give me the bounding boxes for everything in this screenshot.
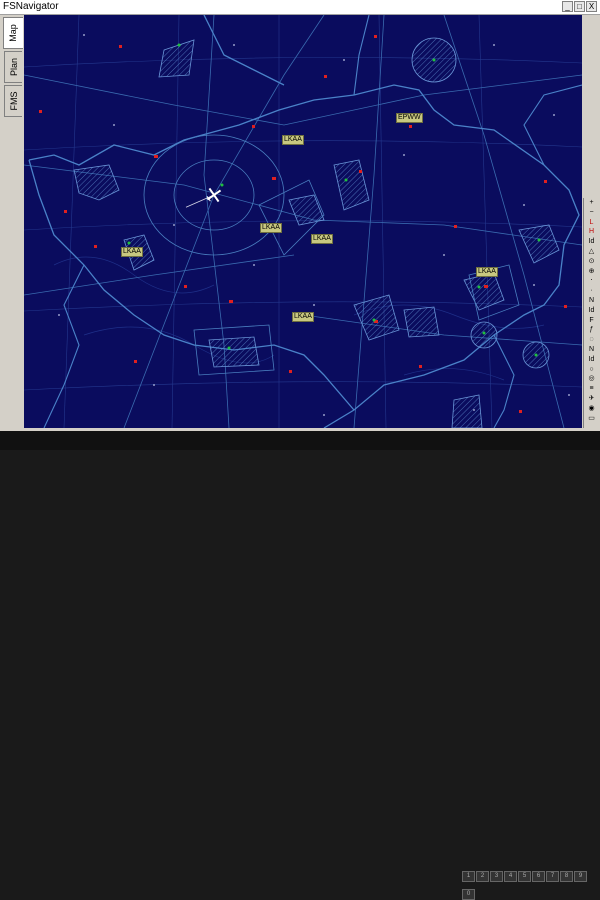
tab-fms-label: FMS (9, 91, 19, 111)
func-icon[interactable]: ƒ (585, 325, 598, 334)
maximize-button[interactable]: □ (574, 1, 585, 12)
n2-icon[interactable]: N (585, 345, 598, 354)
status-cell[interactable]: 2 (476, 871, 489, 882)
dot-icon[interactable]: ⋅ (585, 276, 598, 285)
ident2-icon[interactable]: Id (585, 306, 598, 315)
status-cell[interactable]: 6 (532, 871, 545, 882)
status-cell[interactable]: 9 (574, 871, 587, 882)
tab-fms[interactable]: FMS (4, 85, 22, 117)
map-label-lkaa[interactable]: LKAA (476, 267, 498, 277)
fsnavigator-window: FSNavigator _ □ X Map Plan FMS EPWW LKAA… (0, 0, 600, 431)
small-dot-icon[interactable]: · (585, 286, 598, 295)
plane-icon[interactable]: ✈ (585, 394, 598, 403)
control-zones (143, 134, 520, 376)
window-title: FSNavigator (3, 1, 59, 12)
status-cell[interactable]: 7 (546, 871, 559, 882)
f-icon[interactable]: F (585, 316, 598, 325)
layer-h-icon[interactable]: H (585, 227, 598, 236)
map-label-epww[interactable]: EPWW (396, 113, 423, 123)
minimize-button[interactable]: _ (562, 1, 573, 12)
tab-plan[interactable]: Plan (4, 51, 22, 83)
side-tabs: Map Plan FMS (2, 15, 24, 427)
close-button[interactable]: X (586, 1, 597, 12)
ndb-icon[interactable]: ⊕ (585, 267, 598, 276)
taskbar: 1 2 3 4 5 6 7 8 9 0 (0, 431, 600, 900)
tab-plan-label: Plan (9, 57, 19, 77)
menu-icon[interactable]: ≡ (585, 384, 598, 393)
map-label-lkaa[interactable]: LKAA (311, 234, 333, 244)
status-cell[interactable]: 3 (490, 871, 503, 882)
ident3-icon[interactable]: Id (585, 355, 598, 364)
triangle-icon[interactable]: △ (585, 247, 598, 256)
map-label-lkaa[interactable]: LKAA (292, 312, 314, 322)
status-bar: 1 2 3 4 5 6 7 8 9 0 (462, 864, 598, 900)
layer-l-icon[interactable]: L (585, 218, 598, 227)
vor-icon[interactable]: ⊙ (585, 257, 598, 266)
tab-map-label: Map (8, 24, 18, 42)
target-icon[interactable]: ◎ (585, 374, 598, 383)
map-drawing (24, 15, 582, 428)
map-toolbar: + − L H Id △ ⊙ ⊕ ⋅ · N Id Fƒ ◌ N Id ○ ◎ ≡ ✈ ◉ ▭ (583, 198, 599, 428)
zoom-out-icon[interactable]: − (585, 208, 598, 217)
ring-icon[interactable]: ○ (585, 365, 598, 374)
map-label-lkaa[interactable]: LKAA (121, 247, 143, 257)
map-canvas[interactable]: EPWW LKAA LKAA LKAA LKAA LKAA LKAA (24, 15, 582, 428)
status-cell[interactable]: 8 (560, 871, 573, 882)
ident-icon[interactable]: Id (585, 237, 598, 246)
n-icon[interactable]: N (585, 296, 598, 305)
box-icon[interactable]: ▭ (585, 414, 598, 423)
title-bar[interactable]: FSNavigator _ □ X (0, 0, 600, 15)
circle-icon[interactable]: ◌ (585, 335, 598, 344)
map-label-lkaa[interactable]: LKAA (260, 223, 282, 233)
center-icon[interactable]: ◉ (585, 404, 598, 413)
aircraft-icon (185, 187, 222, 208)
map-label-lkaa[interactable]: LKAA (282, 135, 304, 145)
status-cell[interactable]: 5 (518, 871, 531, 882)
status-cell[interactable]: 0 (462, 889, 475, 900)
zoom-in-icon[interactable]: + (585, 198, 598, 207)
status-cell[interactable]: 1 (462, 871, 475, 882)
tab-map[interactable]: Map (3, 17, 23, 49)
status-cell[interactable]: 4 (504, 871, 517, 882)
